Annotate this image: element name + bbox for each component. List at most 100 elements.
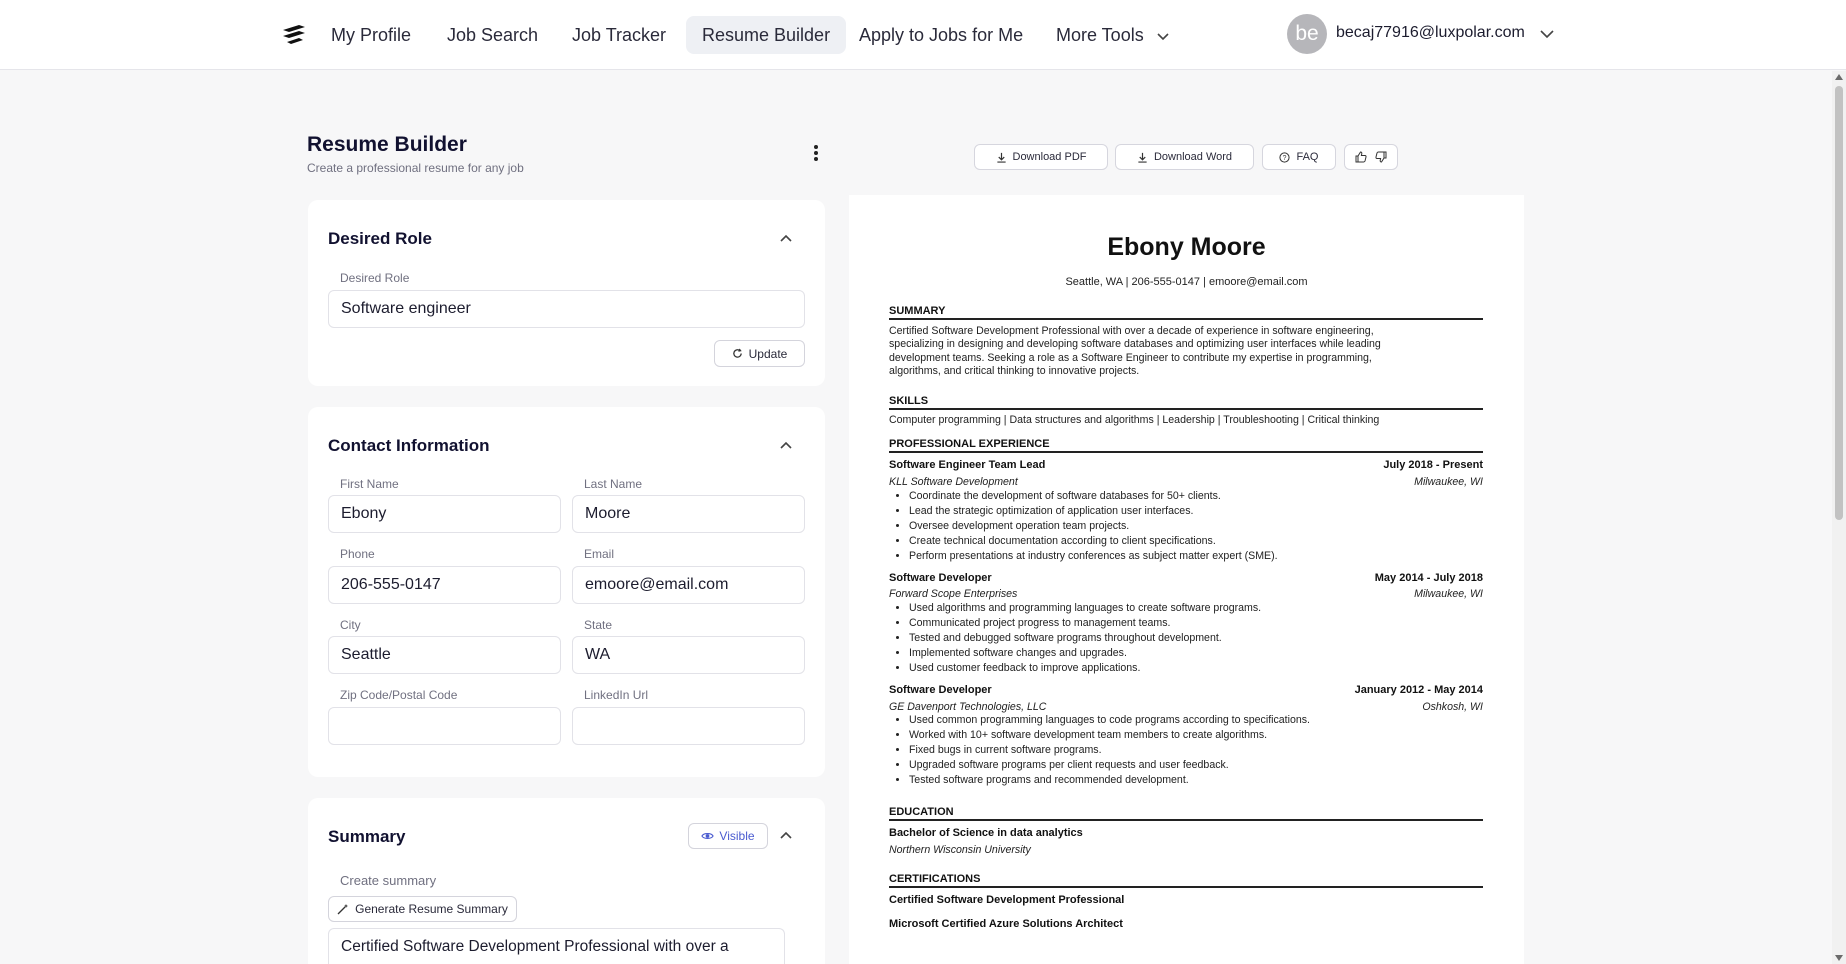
city-field[interactable]: Seattle bbox=[328, 636, 561, 674]
top-nav: My Profile Job Search Job Tracker Resume… bbox=[0, 0, 1846, 70]
download-pdf-button[interactable]: Download PDF bbox=[974, 144, 1108, 170]
job-dates: July 2018 - Present bbox=[1383, 459, 1483, 471]
chevron-up-icon[interactable] bbox=[778, 438, 794, 454]
list-item: Used common programming languages to cod… bbox=[909, 713, 1483, 728]
job-dates: January 2012 - May 2014 bbox=[1354, 684, 1483, 696]
phone-label: Phone bbox=[340, 547, 375, 561]
list-item: Coordinate the development of software d… bbox=[909, 489, 1483, 504]
list-item: Used customer feedback to improve applic… bbox=[909, 661, 1483, 676]
resume-skills-heading: SKILLS bbox=[889, 395, 1483, 410]
job-company: KLL Software Development bbox=[889, 476, 1018, 488]
list-item: Upgraded software programs per client re… bbox=[909, 758, 1483, 773]
resume-skills: Computer programming | Data structures a… bbox=[889, 414, 1380, 426]
phone-field[interactable]: 206-555-0147 bbox=[328, 566, 561, 604]
chevron-up-icon[interactable] bbox=[778, 828, 794, 844]
resume-contact-line: Seattle, WA | 206-555-0147 | emoore@emai… bbox=[1065, 276, 1308, 288]
contact-info-card: Contact Information First Name Ebony Las… bbox=[308, 407, 825, 777]
thumbs-down-icon[interactable] bbox=[1375, 151, 1387, 163]
desired-role-card: Desired Role Desired Role Software engin… bbox=[308, 200, 825, 386]
page-title: Resume Builder bbox=[307, 133, 467, 156]
job-bullets: Used algorithms and programming language… bbox=[909, 601, 1483, 675]
job-location: Milwaukee, WI bbox=[1414, 476, 1483, 488]
job-header: Software Developer January 2012 - May 20… bbox=[889, 684, 1483, 696]
desired-role-title: Desired Role bbox=[328, 229, 432, 248]
chevron-up-icon[interactable] bbox=[778, 231, 794, 247]
job-company-row: GE Davenport Technologies, LLC Oshkosh, … bbox=[889, 701, 1483, 713]
resume-summary-text: Certified Software Development Professio… bbox=[889, 325, 1483, 379]
summary-card: Summary Visible Create summary Generate … bbox=[308, 798, 825, 964]
resume-certification: Microsoft Certified Azure Solutions Arch… bbox=[889, 918, 1123, 930]
list-item: Tested software programs and recommended… bbox=[909, 773, 1483, 788]
scroll-down-arrow[interactable] bbox=[1835, 955, 1843, 961]
page-scrollbar[interactable] bbox=[1832, 71, 1846, 964]
scroll-up-arrow[interactable] bbox=[1835, 74, 1843, 80]
job-company: Forward Scope Enterprises bbox=[889, 588, 1018, 600]
magic-wand-icon bbox=[337, 904, 349, 915]
job-header: Software Developer May 2014 - July 2018 bbox=[889, 572, 1483, 584]
resume-education-heading: EDUCATION bbox=[889, 806, 1483, 821]
feedback-buttons bbox=[1344, 144, 1398, 170]
summary-textarea[interactable]: Certified Software Development Professio… bbox=[328, 928, 785, 964]
last-name-label: Last Name bbox=[584, 477, 643, 491]
list-item: Communicated project progress to managem… bbox=[909, 616, 1483, 631]
download-word-button[interactable]: Download Word bbox=[1115, 144, 1254, 170]
summary-title: Summary bbox=[328, 827, 406, 846]
create-summary-label: Create summary bbox=[340, 873, 437, 888]
svg-text:?: ? bbox=[1283, 155, 1287, 162]
job-location: Oshkosh, WI bbox=[1422, 701, 1483, 713]
summary-line: specializing in designing and developing… bbox=[889, 338, 1381, 351]
list-item: Implemented software changes and upgrade… bbox=[909, 646, 1483, 661]
last-name-field[interactable]: Moore bbox=[572, 495, 805, 533]
job-title: Software Developer bbox=[889, 572, 992, 584]
user-email[interactable]: becaj77916@luxpolar.com bbox=[1336, 24, 1525, 42]
generate-summary-button[interactable]: Generate Resume Summary bbox=[328, 896, 517, 922]
logo-icon[interactable] bbox=[281, 23, 307, 45]
linkedin-field[interactable] bbox=[572, 707, 805, 745]
resume-degree: Bachelor of Science in data analytics bbox=[889, 827, 1083, 839]
resume-name: Ebony Moore bbox=[1107, 233, 1266, 261]
update-button-label: Update bbox=[748, 346, 788, 361]
job-company: GE Davenport Technologies, LLC bbox=[889, 701, 1047, 713]
contact-info-title: Contact Information bbox=[328, 436, 490, 455]
email-label: Email bbox=[584, 547, 615, 561]
help-circle-icon: ? bbox=[1279, 151, 1291, 163]
scroll-thumb[interactable] bbox=[1835, 86, 1843, 520]
list-item: Oversee development operation team proje… bbox=[909, 519, 1483, 534]
avatar[interactable]: be bbox=[1287, 14, 1327, 54]
state-field[interactable]: WA bbox=[572, 636, 805, 674]
list-item: Perform presentations at industry confer… bbox=[909, 549, 1483, 564]
visible-toggle[interactable]: Visible bbox=[688, 823, 768, 849]
faq-button[interactable]: ? FAQ bbox=[1262, 144, 1336, 170]
nav-job-tracker[interactable]: Job Tracker bbox=[556, 16, 682, 54]
nav-resume-builder[interactable]: Resume Builder bbox=[686, 16, 847, 54]
generate-summary-label: Generate Resume Summary bbox=[355, 902, 508, 916]
thumbs-up-icon[interactable] bbox=[1355, 151, 1367, 163]
job-bullets: Used common programming languages to cod… bbox=[909, 713, 1483, 787]
nav-more-tools[interactable]: More Tools bbox=[1040, 16, 1184, 54]
chevron-down-icon[interactable] bbox=[1538, 25, 1556, 43]
job-dates: May 2014 - July 2018 bbox=[1374, 572, 1483, 584]
summary-line: development teams. Seeking a role as a S… bbox=[889, 351, 1372, 364]
city-label: City bbox=[340, 618, 361, 632]
job-location: Milwaukee, WI bbox=[1414, 588, 1483, 600]
download-icon bbox=[996, 152, 1006, 163]
resume-experience-heading: PROFESSIONAL EXPERIENCE bbox=[889, 438, 1483, 453]
desired-role-field[interactable]: Software engineer bbox=[328, 290, 805, 328]
linkedin-label: LinkedIn Url bbox=[584, 688, 649, 702]
update-button[interactable]: Update bbox=[714, 340, 805, 367]
nav-more-tools-label: More Tools bbox=[1056, 25, 1144, 45]
first-name-field[interactable]: Ebony bbox=[328, 495, 561, 533]
list-item: Used algorithms and programming language… bbox=[909, 601, 1483, 616]
summary-line: algorithms, and critical thinking to inn… bbox=[889, 365, 1140, 378]
summary-line: Certified Software Development Professio… bbox=[889, 325, 1374, 337]
job-bullets: Coordinate the development of software d… bbox=[909, 489, 1483, 563]
visible-label: Visible bbox=[719, 829, 755, 843]
email-field[interactable]: emoore@email.com bbox=[572, 566, 805, 604]
more-options-icon[interactable] bbox=[806, 143, 826, 163]
nav-apply-to-jobs[interactable]: Apply to Jobs for Me bbox=[843, 16, 1039, 54]
zip-field[interactable] bbox=[328, 707, 561, 745]
list-item: Worked with 10+ software development tea… bbox=[909, 728, 1483, 743]
nav-my-profile[interactable]: My Profile bbox=[315, 16, 427, 54]
nav-job-search[interactable]: Job Search bbox=[431, 16, 554, 54]
state-label: State bbox=[584, 618, 613, 632]
